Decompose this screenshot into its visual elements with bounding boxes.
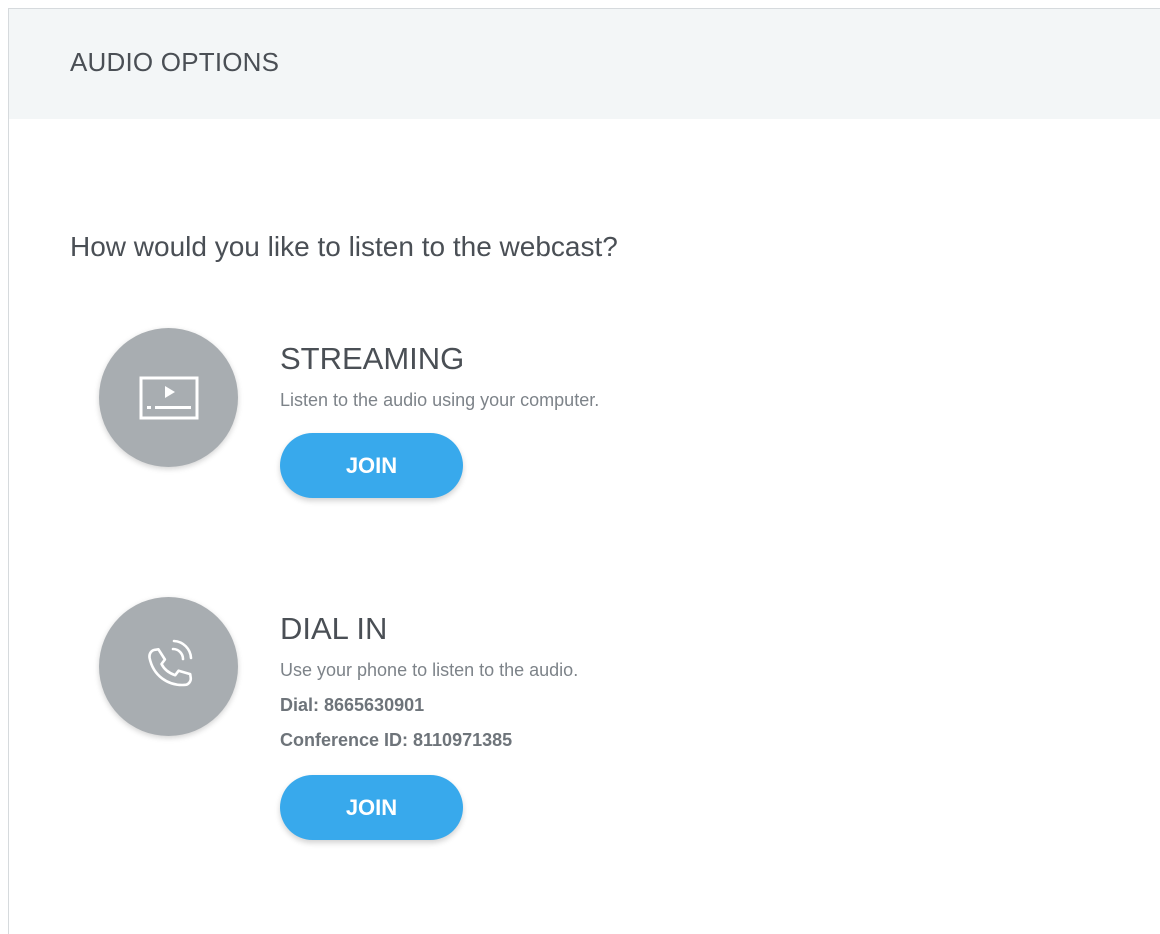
video-player-icon	[99, 328, 238, 467]
panel-header: AUDIO OPTIONS	[9, 9, 1160, 119]
dial-number: Dial: 8665630901	[280, 695, 425, 715]
streaming-title: STREAMING	[280, 341, 465, 376]
listen-question: How would you like to listen to the webc…	[70, 231, 618, 262]
panel-title: AUDIO OPTIONS	[70, 46, 280, 77]
streaming-join-button[interactable]: JOIN	[280, 433, 463, 498]
dial-in-title: DIAL IN	[280, 611, 388, 646]
dial-in-details: DIAL IN Use your phone to listen to the …	[280, 597, 578, 840]
audio-options-panel: AUDIO OPTIONS How would you like to list…	[8, 8, 1160, 934]
phone-ringing-icon	[99, 597, 238, 736]
conference-id: Conference ID: 8110971385	[280, 730, 513, 750]
dial-in-join-button[interactable]: JOIN	[280, 775, 463, 840]
dial-in-description: Use your phone to listen to the audio.	[280, 660, 579, 680]
streaming-description: Listen to the audio using your computer.	[280, 390, 600, 410]
streaming-details: STREAMING Listen to the audio using your…	[280, 328, 599, 498]
